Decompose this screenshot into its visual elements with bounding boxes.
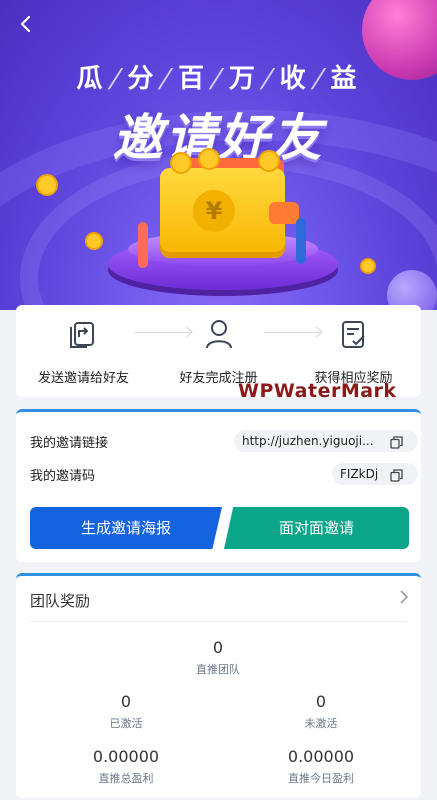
invite-code-pill[interactable]: FIZkDj xyxy=(332,463,418,485)
stat-direct-total-profit: 0.00000 直推总盈利 xyxy=(46,747,206,786)
stat-value: 0 xyxy=(315,692,327,711)
user-icon xyxy=(202,317,236,351)
slogan-char: 万 xyxy=(228,64,259,94)
slogan-char: 瓜 xyxy=(76,64,107,94)
coin-icon xyxy=(360,258,376,274)
stat-value: 0 xyxy=(212,638,224,657)
stat-value: 0 xyxy=(120,692,132,711)
invite-code-label: 我的邀请码 xyxy=(30,469,96,484)
wallet-clasp xyxy=(269,202,299,224)
stat-caption: 已激活 xyxy=(109,717,143,730)
hero-slogan: 瓜/分/百/万/收/益 xyxy=(0,58,437,95)
chevron-right-icon[interactable] xyxy=(397,588,411,611)
coin-icon xyxy=(258,150,280,172)
coin-icon xyxy=(36,174,58,196)
team-reward-title: 团队奖励 xyxy=(30,592,91,610)
coin-icon xyxy=(170,152,192,174)
slogan-char: 百 xyxy=(178,64,209,94)
invite-link-label: 我的邀请链接 xyxy=(30,436,109,451)
face-to-face-invite-button[interactable]: 面对面邀请 xyxy=(224,507,409,549)
slogan-char: 收 xyxy=(279,64,310,94)
divider xyxy=(30,621,407,622)
stat-value: 0.00000 xyxy=(92,747,160,766)
stat-value: 0.00000 xyxy=(287,747,355,766)
watermark-text: WPWaterMark xyxy=(238,380,397,402)
coin-icon xyxy=(198,148,220,170)
back-icon[interactable] xyxy=(14,12,38,36)
team-reward-card: 团队奖励 0 直推团队 0 已激活 0 未激活 0.00000 直推总盈利 0.… xyxy=(16,573,421,798)
stat-caption: 未激活 xyxy=(304,717,338,730)
hero-banner: 瓜/分/百/万/收/益 邀请好友 ¥ xyxy=(0,0,437,310)
stat-activated: 0 已激活 xyxy=(46,692,206,731)
copy-icon[interactable] xyxy=(390,434,403,449)
stat-caption: 直推总盈利 xyxy=(98,772,154,785)
reward-check-icon xyxy=(337,317,371,351)
person-illustration xyxy=(138,222,148,268)
step-label: 发送邀请给好友 xyxy=(37,371,129,386)
stat-direct-team: 0 直推团队 xyxy=(138,638,298,677)
generate-poster-button[interactable]: 生成邀请海报 xyxy=(30,507,222,549)
stat-direct-today-profit: 0.00000 直推今日盈利 xyxy=(241,747,401,786)
invite-link-value: http://juzhen.yiguoji... xyxy=(242,434,374,448)
invite-card: 我的邀请链接 http://juzhen.yiguoji... 我的邀请码 FI… xyxy=(16,409,421,562)
stat-not-activated: 0 未激活 xyxy=(241,692,401,731)
wallet-illustration: ¥ xyxy=(160,168,299,258)
stat-caption: 直推今日盈利 xyxy=(288,772,354,785)
copy-icon[interactable] xyxy=(390,467,403,482)
person-illustration xyxy=(296,218,306,264)
share-document-icon xyxy=(67,317,101,351)
slogan-char: 益 xyxy=(330,64,361,94)
step-send-invite: 发送邀请给好友 xyxy=(16,305,151,397)
coin-icon xyxy=(85,232,103,250)
yen-coin-icon: ¥ xyxy=(193,190,235,232)
stat-caption: 直推团队 xyxy=(196,663,240,676)
slogan-char: 分 xyxy=(127,64,158,94)
invite-code-value: FIZkDj xyxy=(340,467,379,481)
